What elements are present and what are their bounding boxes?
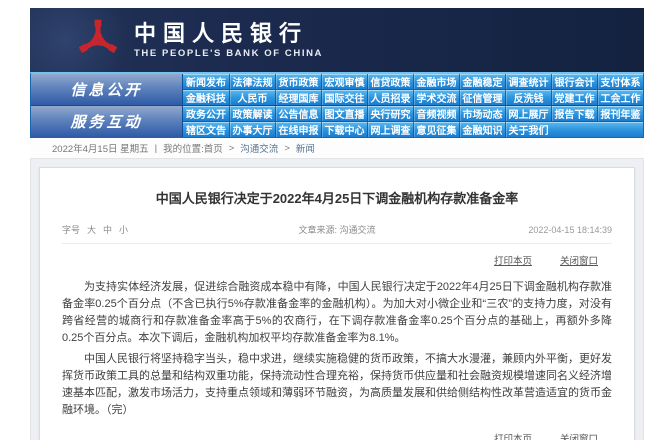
page-column: 中国人民银行 THE PEOPLE'S BANK OF CHINA 信息公开 新…: [30, 8, 644, 440]
nav-item[interactable]: 报告下载: [551, 106, 597, 121]
nav-item[interactable]: 政务公开: [183, 106, 229, 121]
bank-name-block: 中国人民银行 THE PEOPLE'S BANK OF CHINA: [134, 22, 323, 59]
nav-item[interactable]: 新闻发布: [183, 74, 229, 89]
nav-item[interactable]: 人员招录: [367, 90, 413, 105]
nav-item[interactable]: 央行研究: [367, 106, 413, 121]
nav-item[interactable]: 网上调查: [367, 122, 413, 137]
article-toolbar-bottom: 打印本页 关闭窗口: [62, 431, 612, 440]
article-meta: 字号 大 中 小 文章来源: 沟通交流 2022-04-15 18:14:39: [62, 223, 612, 244]
close-window-link[interactable]: 关闭窗口: [560, 253, 598, 267]
nav-item[interactable]: 宏观审慎: [321, 74, 367, 89]
nav-item[interactable]: 学术交流: [413, 90, 459, 105]
breadcrumb-location: 我的位置:首页: [163, 141, 223, 155]
font-size-medium-button[interactable]: 中: [103, 223, 112, 236]
nav-item[interactable]: 辖区文告: [183, 122, 229, 137]
article-datetime: 2022-04-15 18:14:39: [429, 225, 612, 235]
nav-item[interactable]: 金融科技: [183, 90, 229, 105]
print-page-link[interactable]: 打印本页: [494, 431, 532, 440]
font-size-large-button[interactable]: 大: [87, 223, 96, 236]
content-area: 中国人民银行决定于2022年4月25日下调金融机构存款准备金率 字号 大 中 小…: [30, 158, 644, 440]
nav-item[interactable]: 法律法规: [229, 74, 275, 89]
nav-section-information: 信息公开 新闻发布法律法规货币政策宏观审慎信贷政策金融市场金融稳定调查统计银行会…: [31, 74, 643, 105]
nav-item[interactable]: 反洗钱: [505, 90, 551, 105]
nav-row: 政务公开政策解读公告信息图文直播央行研究音频视频市场动态网上展厅报告下载报刊年鉴: [183, 106, 643, 121]
nav-item[interactable]: 货币政策: [275, 74, 321, 89]
breadcrumb: 2022年4月15日 星期五 | 我的位置:首页 > 沟通交流 > 新闻: [30, 138, 644, 158]
article-card: 中国人民银行决定于2022年4月25日下调金融机构存款准备金率 字号 大 中 小…: [39, 167, 635, 440]
nav-item[interactable]: 经理国库: [275, 90, 321, 105]
breadcrumb-link-exchange[interactable]: 沟通交流: [240, 141, 278, 155]
nav-item[interactable]: 办事大厅: [229, 122, 275, 137]
nav-item[interactable]: 公告信息: [275, 106, 321, 121]
site-masthead: 中国人民银行 THE PEOPLE'S BANK OF CHINA: [30, 8, 644, 72]
nav-item[interactable]: 关于我们: [505, 122, 551, 137]
nav-item[interactable]: 支付体系: [597, 74, 643, 89]
font-size-label: 字号: [62, 223, 80, 236]
nav-item[interactable]: 网上展厅: [505, 106, 551, 121]
breadcrumb-separator: >: [284, 143, 290, 154]
nav-row: 金融科技人民币经理国库国际交往人员招录学术交流征信管理反洗钱党建工作工会工作: [183, 89, 643, 105]
article-body: 为支持实体经济发展，促进综合融资成本稳中有降，中国人民银行决定于2022年4月2…: [62, 279, 612, 419]
nav-item[interactable]: 在线申报: [275, 122, 321, 137]
nav-item[interactable]: 工会工作: [597, 90, 643, 105]
nav-item[interactable]: 政策解读: [229, 106, 275, 121]
breadcrumb-separator: >: [229, 143, 235, 154]
article-toolbar-top: 打印本页 关闭窗口: [62, 253, 612, 267]
nav-section-label-information[interactable]: 信息公开: [31, 74, 183, 105]
nav-item[interactable]: 征信管理: [459, 90, 505, 105]
nav-item[interactable]: 信贷政策: [367, 74, 413, 89]
breadcrumb-divider: |: [155, 143, 157, 154]
nav-item[interactable]: 下载中心: [321, 122, 367, 137]
breadcrumb-link-news[interactable]: 新闻: [296, 141, 315, 155]
font-size-small-button[interactable]: 小: [119, 223, 128, 236]
nav-item[interactable]: 国际交往: [321, 90, 367, 105]
article-title: 中国人民银行决定于2022年4月25日下调金融机构存款准备金率: [62, 188, 612, 207]
nav-item[interactable]: 意见征集: [413, 122, 459, 137]
nav-item[interactable]: 市场动态: [459, 106, 505, 121]
bank-name-cn: 中国人民银行: [134, 22, 323, 46]
nav-item[interactable]: 金融市场: [413, 74, 459, 89]
nav-section-services: 服务互动 政务公开政策解读公告信息图文直播央行研究音频视频市场动态网上展厅报告下…: [31, 105, 643, 137]
article-source: 文章来源: 沟通交流: [245, 223, 428, 236]
nav-item[interactable]: 调查统计: [505, 74, 551, 89]
main-nav: 信息公开 新闻发布法律法规货币政策宏观审慎信贷政策金融市场金融稳定调查统计银行会…: [30, 72, 644, 138]
nav-row: 新闻发布法律法规货币政策宏观审慎信贷政策金融市场金融稳定调查统计银行会计支付体系: [183, 74, 643, 89]
close-window-link[interactable]: 关闭窗口: [560, 431, 598, 440]
nav-item[interactable]: 人民币: [229, 90, 275, 105]
article-paragraph: 中国人民银行将坚持稳字当头，稳中求进，继续实施稳健的货币政策，不搞大水漫灌，兼顾…: [62, 351, 612, 419]
nav-item[interactable]: 金融知识: [459, 122, 505, 137]
nav-item[interactable]: 金融稳定: [459, 74, 505, 89]
print-page-link[interactable]: 打印本页: [494, 253, 532, 267]
current-date: 2022年4月15日 星期五: [52, 141, 149, 155]
pboc-logo-icon: [76, 18, 120, 62]
nav-row: 辖区文告办事大厅在线申报下载中心网上调查意见征集金融知识关于我们: [183, 121, 643, 137]
nav-section-label-services[interactable]: 服务互动: [31, 106, 183, 137]
nav-item[interactable]: 银行会计: [551, 74, 597, 89]
nav-item[interactable]: 党建工作: [551, 90, 597, 105]
nav-item[interactable]: 音频视频: [413, 106, 459, 121]
nav-item[interactable]: 图文直播: [321, 106, 367, 121]
nav-item[interactable]: 报刊年鉴: [597, 106, 643, 121]
article-paragraph: 为支持实体经济发展，促进综合融资成本稳中有降，中国人民银行决定于2022年4月2…: [62, 279, 612, 347]
bank-name-en: THE PEOPLE'S BANK OF CHINA: [134, 48, 323, 59]
